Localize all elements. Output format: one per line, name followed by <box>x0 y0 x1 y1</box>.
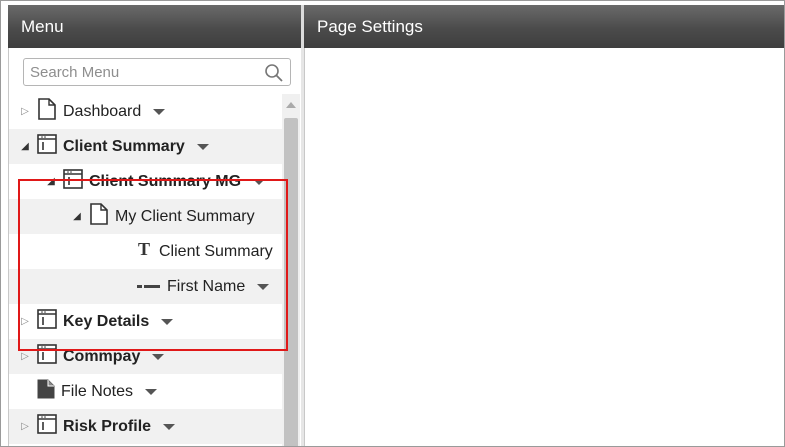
container-icon <box>37 309 57 334</box>
tree-item-label: Dashboard <box>63 102 142 120</box>
collapse-arrow-icon[interactable]: ▷ <box>19 316 31 327</box>
dropdown-caret-icon[interactable] <box>257 283 270 290</box>
container-icon <box>37 414 57 439</box>
search-box <box>23 58 291 86</box>
tree-item[interactable]: File Notes <box>9 374 282 409</box>
menu-panel: ▷ Dashboard ◢ Client Summary ◢ Client Summary… <box>8 48 301 446</box>
expand-arrow-icon[interactable]: ◢ <box>19 141 31 152</box>
tree-item[interactable]: ▷ Dashboard <box>9 94 282 129</box>
tree-item-label: First Name <box>167 277 246 295</box>
tree-item-label: File Notes <box>61 382 134 400</box>
dropdown-caret-icon[interactable] <box>152 353 165 360</box>
tree-item[interactable]: ◢ My Client Summary <box>9 199 282 234</box>
tree-item-label: Client Summary MG <box>89 172 242 190</box>
dropdown-caret-icon[interactable] <box>153 108 166 115</box>
search-input[interactable] <box>24 59 254 85</box>
container-icon <box>63 169 83 194</box>
tree-item-label: Client Summary <box>63 137 185 155</box>
page-filled-icon <box>37 379 55 404</box>
tree-item[interactable]: ▷ Risk Profile <box>9 409 282 444</box>
app-frame: Menu Page Settings ▷ Dashboard ◢ Client Sum… <box>0 0 785 447</box>
expand-arrow-icon[interactable]: ◢ <box>71 211 83 222</box>
search-icon[interactable] <box>264 63 284 83</box>
dropdown-caret-icon[interactable] <box>163 423 176 430</box>
menu-header: Menu <box>8 5 301 48</box>
text-icon: T <box>137 239 153 263</box>
tree-item[interactable]: T Client Summary <box>9 234 282 269</box>
tree-item-label: Risk Profile <box>63 417 152 435</box>
dropdown-caret-icon[interactable] <box>145 388 158 395</box>
page-icon <box>37 98 57 125</box>
menu-tree: ▷ Dashboard ◢ Client Summary ◢ Client Summary… <box>9 94 282 446</box>
collapse-arrow-icon[interactable]: ▷ <box>19 351 31 362</box>
tree-item[interactable]: First Name <box>9 269 282 304</box>
page-icon <box>89 203 109 230</box>
dropdown-caret-icon[interactable] <box>196 143 209 150</box>
expand-arrow-icon[interactable]: ◢ <box>45 176 57 187</box>
tree-item[interactable]: ◢ Client Summary MG <box>9 164 282 199</box>
svg-text:T: T <box>138 240 150 258</box>
collapse-arrow-icon[interactable]: ▷ <box>19 106 31 117</box>
scroll-up-arrow[interactable] <box>282 94 300 116</box>
dropdown-caret-icon[interactable] <box>161 318 174 325</box>
tree-item-label: My Client Summary <box>115 207 255 225</box>
container-icon <box>37 134 57 159</box>
tree-item-label: Key Details <box>63 312 150 330</box>
tree-item[interactable]: ▷ Key Details <box>9 304 282 339</box>
scroll-thumb[interactable] <box>284 118 298 446</box>
container-icon <box>37 344 57 369</box>
page-settings-header: Page Settings <box>304 5 784 48</box>
collapse-arrow-icon[interactable]: ▷ <box>19 421 31 432</box>
tree-scrollbar[interactable] <box>282 94 300 446</box>
page-settings-panel <box>304 48 784 446</box>
field-icon <box>137 278 161 296</box>
tree-item[interactable]: ▷ Commpay <box>9 339 282 374</box>
tree-item-label: Client Summary <box>159 242 273 260</box>
tree-item[interactable]: ◢ Client Summary <box>9 129 282 164</box>
tree-item-label: Commpay <box>63 347 141 365</box>
dropdown-caret-icon[interactable] <box>253 178 266 185</box>
